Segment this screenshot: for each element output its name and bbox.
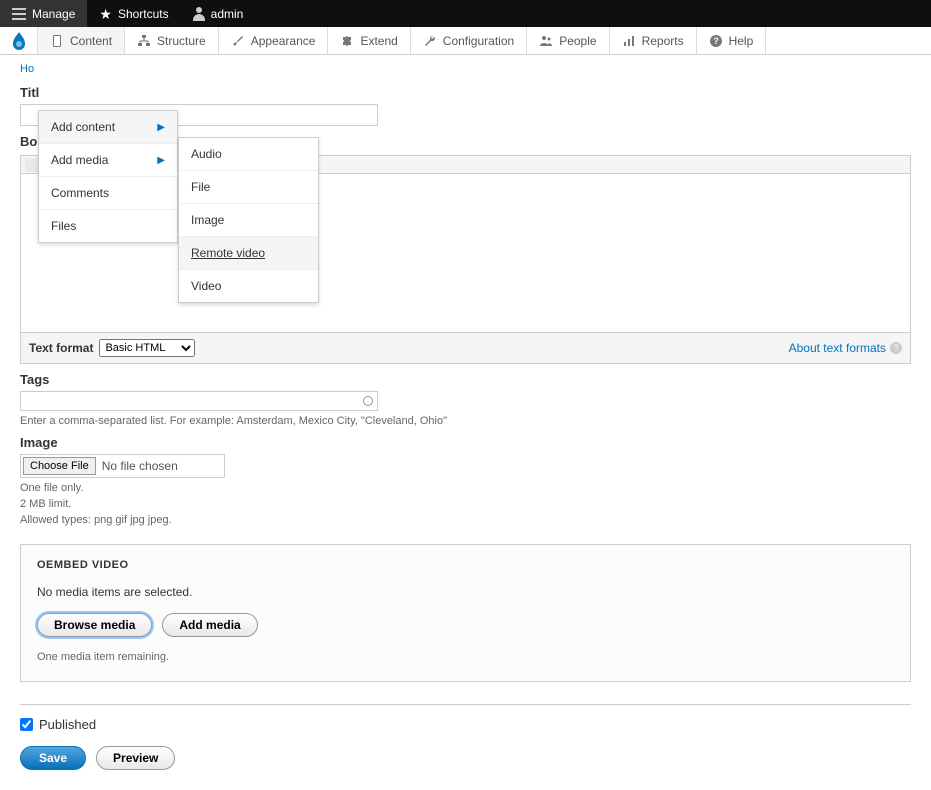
manage-menu-toggle[interactable]: Manage <box>0 0 87 27</box>
dropdown-files[interactable]: Files <box>39 210 177 242</box>
browse-media-button[interactable]: Browse media <box>37 613 152 637</box>
hamburger-icon <box>12 8 26 20</box>
oembed-fieldset: OEMBED VIDEO No media items are selected… <box>20 544 911 682</box>
home-link[interactable] <box>0 27 38 54</box>
admin-menu: Content Structure Appearance Extend Conf… <box>0 27 931 55</box>
preview-button[interactable]: Preview <box>96 746 175 770</box>
svg-text:?: ? <box>713 36 719 46</box>
dropdown-item-label: Video <box>191 279 221 293</box>
menu-label: Structure <box>157 34 206 48</box>
submenu-audio[interactable]: Audio <box>179 138 318 171</box>
puzzle-icon <box>340 34 354 48</box>
menu-label: Configuration <box>443 34 514 48</box>
help-circle-icon: ? <box>890 342 902 354</box>
menu-label: Appearance <box>251 34 316 48</box>
shortcuts-link[interactable]: ★ Shortcuts <box>87 0 180 27</box>
add-media-submenu: Audio File Image Remote video Video <box>178 137 319 303</box>
menu-label: Reports <box>642 34 684 48</box>
top-toolbar: Manage ★ Shortcuts admin <box>0 0 931 27</box>
submenu-file[interactable]: File <box>179 171 318 204</box>
oembed-title: OEMBED VIDEO <box>37 559 894 571</box>
oembed-no-items: No media items are selected. <box>37 585 894 599</box>
file-hint-limit: 2 MB limit. <box>20 498 911 510</box>
user-link[interactable]: admin <box>181 0 256 27</box>
admin-menu-content[interactable]: Content <box>38 27 125 54</box>
file-hint-types: Allowed types: png gif jpg jpeg. <box>20 514 911 526</box>
brush-icon <box>231 34 245 48</box>
editor-btn[interactable] <box>25 158 39 172</box>
save-button[interactable]: Save <box>20 746 86 770</box>
file-status: No file chosen <box>102 459 178 473</box>
about-text-formats-link[interactable]: About text formats ? <box>789 341 902 355</box>
divider <box>20 704 911 705</box>
star-icon: ★ <box>99 7 112 21</box>
wrench-icon <box>423 34 437 48</box>
dropdown-item-label: Remote video <box>191 246 265 260</box>
editor-footer: Text format Basic HTML About text format… <box>21 332 910 363</box>
menu-label: Content <box>70 34 112 48</box>
structure-icon <box>137 34 151 48</box>
shortcuts-label: Shortcuts <box>118 7 169 21</box>
admin-menu-configuration[interactable]: Configuration <box>411 27 527 54</box>
oembed-remaining: One media item remaining. <box>37 651 894 663</box>
dropdown-comments[interactable]: Comments <box>39 177 177 210</box>
admin-menu-reports[interactable]: Reports <box>610 27 697 54</box>
admin-menu-appearance[interactable]: Appearance <box>219 27 329 54</box>
dropdown-add-media[interactable]: Add media ▶ <box>39 144 177 177</box>
dropdown-item-label: File <box>191 180 210 194</box>
dropdown-add-content[interactable]: Add content ▶ <box>39 111 177 144</box>
admin-label: admin <box>211 7 244 21</box>
autocomplete-icon <box>363 396 373 406</box>
text-format-select[interactable]: Basic HTML <box>99 339 195 357</box>
text-format-label: Text format <box>29 341 93 355</box>
submenu-remote-video[interactable]: Remote video <box>179 237 318 270</box>
admin-menu-extend[interactable]: Extend <box>328 27 410 54</box>
admin-menu-people[interactable]: People <box>527 27 609 54</box>
menu-label: Extend <box>360 34 397 48</box>
image-label: Image <box>20 435 911 450</box>
drupal-icon <box>10 30 28 52</box>
manage-label: Manage <box>32 7 75 21</box>
file-hint-one: One file only. <box>20 482 911 494</box>
dropdown-item-label: Comments <box>51 186 109 200</box>
dropdown-item-label: Add media <box>51 153 108 167</box>
people-icon <box>539 34 553 48</box>
dropdown-item-label: Audio <box>191 147 222 161</box>
about-formats-label: About text formats <box>789 341 886 355</box>
menu-label: People <box>559 34 596 48</box>
admin-menu-structure[interactable]: Structure <box>125 27 219 54</box>
breadcrumb[interactable]: Ho <box>20 63 911 75</box>
menu-label: Help <box>729 34 754 48</box>
choose-file-button[interactable]: Choose File <box>23 457 96 475</box>
submenu-image[interactable]: Image <box>179 204 318 237</box>
published-checkbox[interactable] <box>20 718 33 731</box>
dropdown-item-label: Add content <box>51 120 115 134</box>
published-row[interactable]: Published <box>20 717 911 732</box>
dropdown-item-label: Files <box>51 219 76 233</box>
submenu-video[interactable]: Video <box>179 270 318 302</box>
user-icon <box>193 7 205 21</box>
content-dropdown: Add content ▶ Add media ▶ Comments Files <box>38 110 178 243</box>
admin-menu-help[interactable]: ? Help <box>697 27 767 54</box>
tags-hint: Enter a comma-separated list. For exampl… <box>20 415 911 427</box>
tags-label: Tags <box>20 372 911 387</box>
dropdown-item-label: Image <box>191 213 224 227</box>
published-label: Published <box>39 717 96 732</box>
help-icon: ? <box>709 34 723 48</box>
file-icon <box>50 34 64 48</box>
chevron-right-icon: ▶ <box>157 122 165 133</box>
add-media-button[interactable]: Add media <box>162 613 257 637</box>
title-label: Titl <box>20 85 911 100</box>
tags-input[interactable] <box>20 391 378 411</box>
chevron-right-icon: ▶ <box>157 155 165 166</box>
reports-icon <box>622 34 636 48</box>
